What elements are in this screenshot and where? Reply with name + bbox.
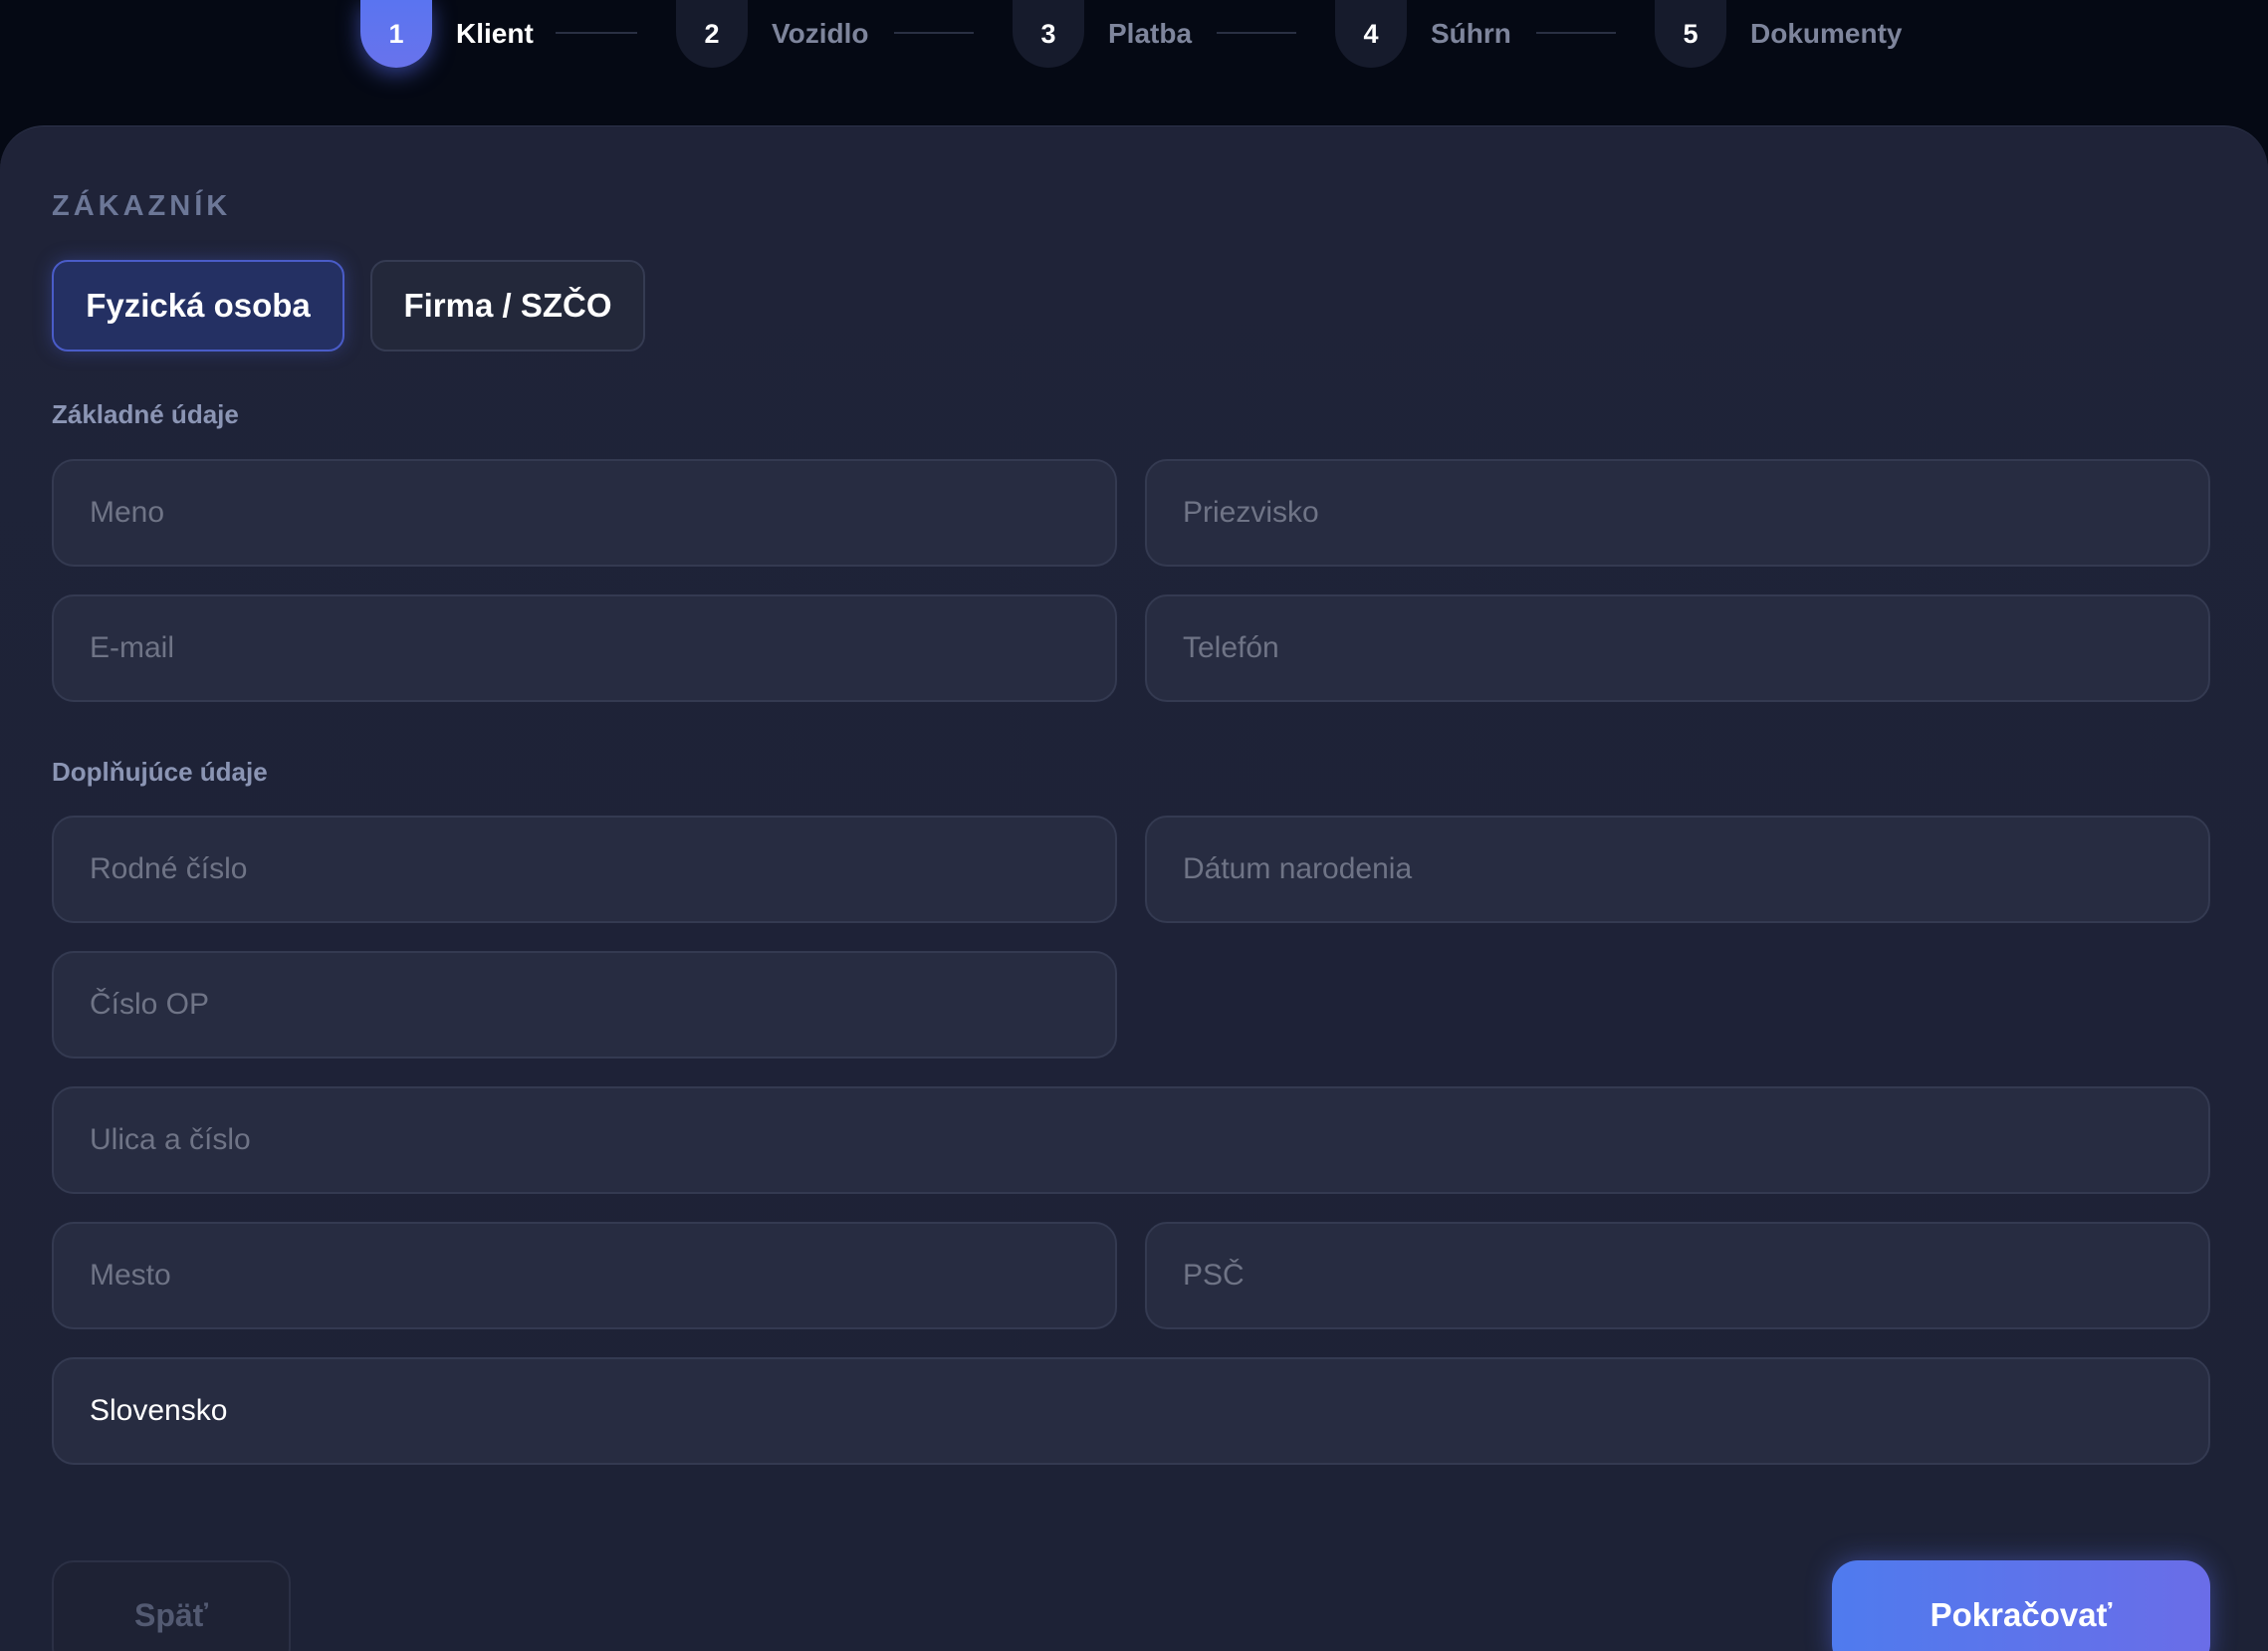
continue-button[interactable]: Pokračovať xyxy=(1832,1560,2210,1651)
phone-input[interactable] xyxy=(1183,631,2172,665)
step-label: Vozidlo xyxy=(772,18,869,49)
birth-date-field xyxy=(1145,816,2210,923)
step-connector xyxy=(556,32,637,34)
country-input[interactable] xyxy=(90,1394,2172,1428)
city-field xyxy=(52,1222,1117,1329)
street-field xyxy=(52,1086,2210,1194)
extra-info-label: Doplňujúce údaje xyxy=(52,757,268,787)
stepper: 1 Klient 2 Vozidlo 3 Platba 4 Súhrn 5 Do… xyxy=(0,0,2268,68)
phone-field xyxy=(1145,594,2210,702)
first-name-input[interactable] xyxy=(90,496,1079,530)
country-field xyxy=(52,1357,2210,1465)
step-connector xyxy=(894,32,974,34)
last-name-input[interactable] xyxy=(1183,496,2172,530)
step-vozidlo[interactable]: 2 Vozidlo xyxy=(676,0,868,68)
last-name-field xyxy=(1145,459,2210,567)
city-input[interactable] xyxy=(90,1259,1079,1293)
street-input[interactable] xyxy=(90,1123,2172,1157)
step-label: Súhrn xyxy=(1431,18,1511,49)
step-connector xyxy=(1536,32,1616,34)
page: 1 Klient 2 Vozidlo 3 Platba 4 Súhrn 5 Do… xyxy=(0,0,2268,1651)
birth-number-input[interactable] xyxy=(90,852,1079,886)
birth-number-field xyxy=(52,816,1117,923)
email-input[interactable] xyxy=(90,631,1079,665)
step-number: 5 xyxy=(1655,0,1726,68)
zip-field xyxy=(1145,1222,2210,1329)
step-connector xyxy=(1217,32,1296,34)
birth-date-input[interactable] xyxy=(1183,852,2172,886)
first-name-field xyxy=(52,459,1117,567)
zip-input[interactable] xyxy=(1183,1259,2172,1293)
step-number: 3 xyxy=(1013,0,1084,68)
step-number: 1 xyxy=(360,0,432,68)
step-klient[interactable]: 1 Klient xyxy=(360,0,534,68)
step-label: Klient xyxy=(456,18,534,49)
step-suhrn[interactable]: 4 Súhrn xyxy=(1335,0,1511,68)
id-number-input[interactable] xyxy=(90,988,1079,1022)
step-dokumenty[interactable]: 5 Dokumenty xyxy=(1655,0,1902,68)
customer-type-company-button[interactable]: Firma / SZČO xyxy=(370,260,645,352)
customer-type-individual-button[interactable]: Fyzická osoba xyxy=(52,260,344,352)
step-number: 4 xyxy=(1335,0,1407,68)
id-number-field xyxy=(52,951,1117,1059)
section-title: ZÁKAZNÍK xyxy=(52,190,232,222)
step-platba[interactable]: 3 Platba xyxy=(1013,0,1192,68)
step-number: 2 xyxy=(676,0,748,68)
customer-form-card: ZÁKAZNÍK Fyzická osoba Firma / SZČO Zákl… xyxy=(0,125,2268,1651)
step-label: Platba xyxy=(1108,18,1193,49)
basic-info-label: Základné údaje xyxy=(52,399,239,429)
email-field xyxy=(52,594,1117,702)
step-label: Dokumenty xyxy=(1750,18,1903,49)
back-button[interactable]: Späť xyxy=(52,1560,291,1651)
